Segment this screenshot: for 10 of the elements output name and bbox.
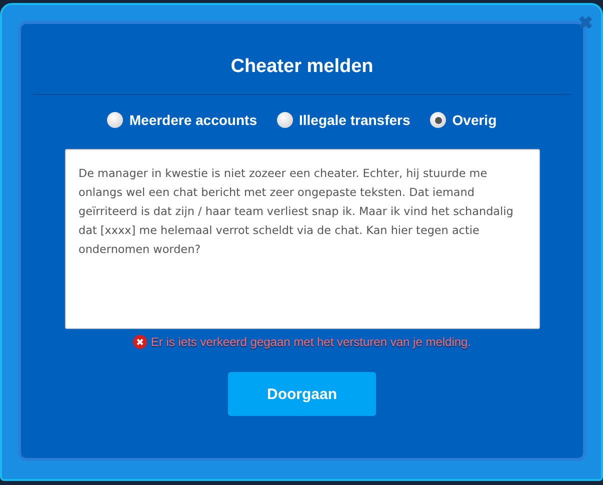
radio-option[interactable]: Meerdere accounts xyxy=(107,112,257,128)
error-message: Er is iets verkeerd gegaan met het versturen van je melding. xyxy=(150,335,472,349)
error-icon xyxy=(132,335,147,349)
radio-icon[interactable] xyxy=(276,112,293,128)
radio-option[interactable]: Overig xyxy=(430,112,497,128)
radio-icon[interactable] xyxy=(107,112,124,128)
message-field[interactable]: De manager in kwestie is niet zozeer een cheater. Echter, hij stuurde me onlangs wel een chat bericht met zeer ongepaste teksten. Dat iemand geïrriteerd is dat zijn / haar team verliest snap ik. Maar ik vind het schandalig dat [xxxx] me helemaal verrot scheldt via de chat. Kan hier tegen actie ondernomen worden? xyxy=(64,149,540,329)
radio-icon[interactable] xyxy=(430,112,446,128)
dialog-title: Cheater melden xyxy=(230,56,374,78)
radio-option[interactable]: Illegale transfers xyxy=(276,112,410,128)
